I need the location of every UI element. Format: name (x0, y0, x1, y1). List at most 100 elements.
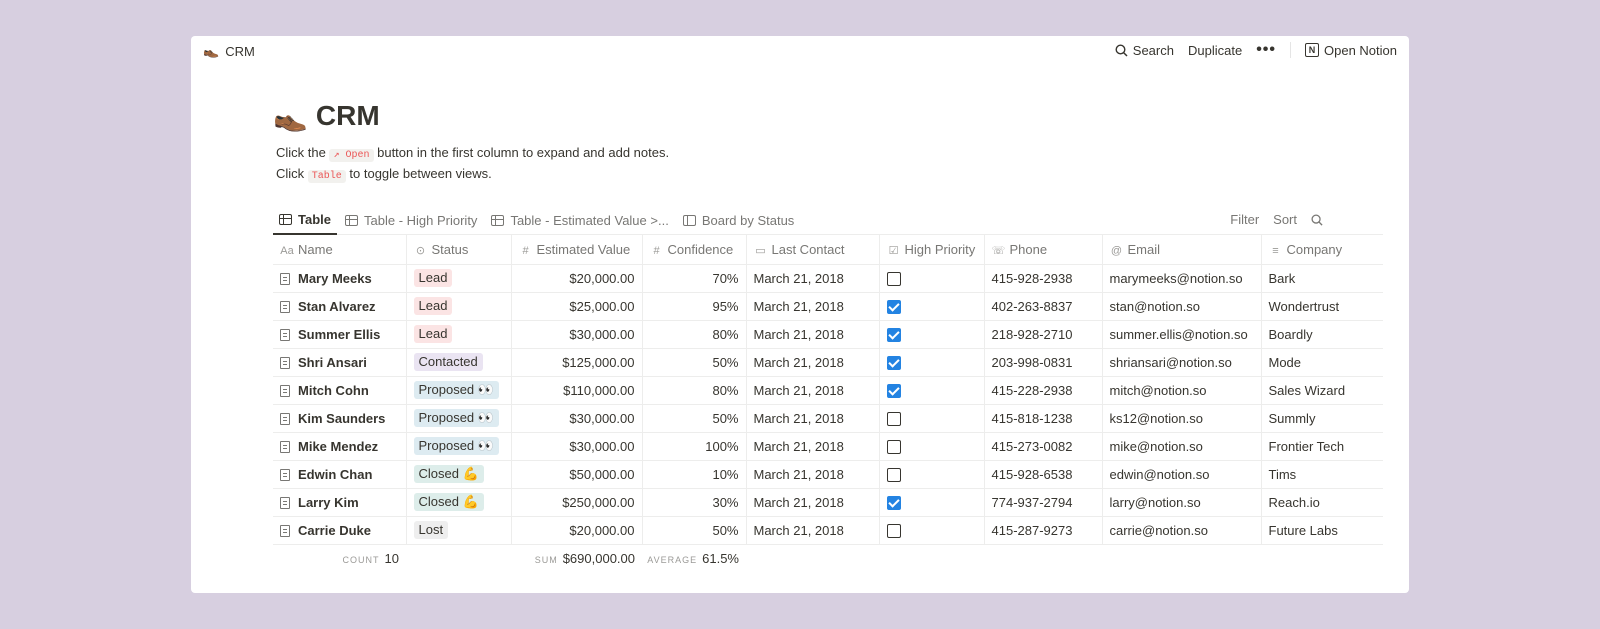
high-priority-checkbox[interactable] (886, 271, 901, 286)
confidence-cell[interactable]: 95% (642, 292, 747, 321)
search-icon[interactable] (1311, 213, 1323, 226)
phone-cell[interactable]: 218-928-2710 (984, 320, 1103, 349)
phone-cell[interactable]: 203-998-0831 (984, 348, 1103, 377)
name-cell[interactable]: Summer Ellis (273, 320, 407, 349)
company-cell[interactable]: Tims (1261, 460, 1383, 489)
email-cell[interactable]: larry@notion.so (1102, 488, 1262, 517)
confidence-cell[interactable]: 30% (642, 488, 747, 517)
tab-board-by-status[interactable]: Board by Status (677, 206, 801, 235)
phone-cell[interactable]: 774-937-2794 (984, 488, 1103, 517)
last-contact-cell[interactable]: March 21, 2018 (746, 348, 880, 377)
confidence-cell[interactable]: 80% (642, 320, 747, 349)
column-header-name[interactable]: Aa Name (273, 235, 407, 265)
table-row[interactable]: Carrie Duke Lost $20,000.00 50% March 21, 20… (273, 516, 1383, 545)
last-contact-cell[interactable]: March 21, 2018 (746, 320, 880, 349)
confidence-cell[interactable]: 10% (642, 460, 747, 489)
high-priority-checkbox[interactable] (886, 355, 901, 370)
confidence-cell[interactable]: 50% (642, 516, 747, 545)
company-cell[interactable]: Reach.io (1261, 488, 1383, 517)
column-header-email[interactable]: @ Email (1102, 235, 1262, 265)
column-header-phone[interactable]: ☏ Phone (984, 235, 1103, 265)
name-cell[interactable]: Stan Alvarez (273, 292, 407, 321)
email-cell[interactable]: mitch@notion.so (1102, 376, 1262, 405)
phone-cell[interactable]: 415-228-2938 (984, 376, 1103, 405)
open-notion-button[interactable]: N Open Notion (1305, 43, 1397, 58)
name-cell[interactable]: Shri Ansari (273, 348, 407, 377)
email-cell[interactable]: shriansari@notion.so (1102, 348, 1262, 377)
estimated-value-cell[interactable]: $50,000.00 (511, 460, 643, 489)
email-cell[interactable]: mike@notion.so (1102, 432, 1262, 461)
last-contact-cell[interactable]: March 21, 2018 (746, 432, 880, 461)
average-calc[interactable]: AVERAGE 61.5% (642, 551, 746, 566)
high-priority-checkbox[interactable] (886, 299, 901, 314)
email-cell[interactable]: edwin@notion.so (1102, 460, 1262, 489)
estimated-value-cell[interactable]: $30,000.00 (511, 320, 643, 349)
column-header-estimated-value[interactable]: # Estimated Value (511, 235, 643, 265)
tab-table-high-priority[interactable]: Table - High Priority (339, 206, 483, 235)
status-cell[interactable]: Lead (406, 264, 512, 293)
confidence-cell[interactable]: 50% (642, 348, 747, 377)
confidence-cell[interactable]: 70% (642, 264, 747, 293)
estimated-value-cell[interactable]: $30,000.00 (511, 432, 643, 461)
estimated-value-cell[interactable]: $110,000.00 (511, 376, 643, 405)
column-header-company[interactable]: ≡ Company (1261, 235, 1383, 265)
email-cell[interactable]: ks12@notion.so (1102, 404, 1262, 433)
count-calc[interactable]: COUNT 10 (273, 551, 406, 566)
last-contact-cell[interactable]: March 21, 2018 (746, 488, 880, 517)
page-title-text[interactable]: CRM (316, 100, 380, 132)
name-cell[interactable]: Kim Saunders (273, 404, 407, 433)
name-cell[interactable]: Carrie Duke (273, 516, 407, 545)
status-cell[interactable]: Closed 💪 (406, 460, 512, 489)
last-contact-cell[interactable]: March 21, 2018 (746, 264, 880, 293)
last-contact-cell[interactable]: March 21, 2018 (746, 404, 880, 433)
status-cell[interactable]: Proposed 👀 (406, 432, 512, 461)
company-cell[interactable]: Future Labs (1261, 516, 1383, 545)
column-header-status[interactable]: ⊙ Status (406, 235, 512, 265)
last-contact-cell[interactable]: March 21, 2018 (746, 292, 880, 321)
status-cell[interactable]: Proposed 👀 (406, 376, 512, 405)
status-cell[interactable]: Lead (406, 320, 512, 349)
column-header-last-contact[interactable]: ▭ Last Contact (746, 235, 880, 265)
shoe-icon[interactable]: 👞 (273, 100, 308, 133)
estimated-value-cell[interactable]: $30,000.00 (511, 404, 643, 433)
email-cell[interactable]: marymeeks@notion.so (1102, 264, 1262, 293)
table-row[interactable]: Shri Ansari Contacted $125,000.00 50% March … (273, 348, 1383, 377)
high-priority-checkbox[interactable] (886, 467, 901, 482)
table-row[interactable]: Summer Ellis Lead $30,000.00 80% March 21, 2… (273, 320, 1383, 349)
phone-cell[interactable]: 415-287-9273 (984, 516, 1103, 545)
high-priority-checkbox[interactable] (886, 439, 901, 454)
company-cell[interactable]: Mode (1261, 348, 1383, 377)
name-cell[interactable]: Edwin Chan (273, 460, 407, 489)
phone-cell[interactable]: 402-263-8837 (984, 292, 1103, 321)
more-options-icon[interactable]: ••• (1256, 42, 1276, 58)
table-row[interactable]: Mike Mendez Proposed 👀 $30,000.00 100% March… (273, 432, 1383, 461)
last-contact-cell[interactable]: March 21, 2018 (746, 376, 880, 405)
phone-cell[interactable]: 415-273-0082 (984, 432, 1103, 461)
estimated-value-cell[interactable]: $20,000.00 (511, 516, 643, 545)
company-cell[interactable]: Boardly (1261, 320, 1383, 349)
email-cell[interactable]: stan@notion.so (1102, 292, 1262, 321)
table-row[interactable]: Mary Meeks Lead $20,000.00 70% March 21, 201… (273, 264, 1383, 293)
duplicate-button[interactable]: Duplicate (1188, 43, 1242, 58)
confidence-cell[interactable]: 50% (642, 404, 747, 433)
name-cell[interactable]: Mary Meeks (273, 264, 407, 293)
table-row[interactable]: Larry Kim Closed 💪 $250,000.00 30% March 21,… (273, 488, 1383, 517)
table-row[interactable]: Mitch Cohn Proposed 👀 $110,000.00 80% March … (273, 376, 1383, 405)
email-cell[interactable]: carrie@notion.so (1102, 516, 1262, 545)
estimated-value-cell[interactable]: $250,000.00 (511, 488, 643, 517)
phone-cell[interactable]: 415-818-1238 (984, 404, 1103, 433)
status-cell[interactable]: Lead (406, 292, 512, 321)
estimated-value-cell[interactable]: $125,000.00 (511, 348, 643, 377)
status-cell[interactable]: Lost (406, 516, 512, 545)
phone-cell[interactable]: 415-928-2938 (984, 264, 1103, 293)
name-cell[interactable]: Larry Kim (273, 488, 407, 517)
company-cell[interactable]: Sales Wizard (1261, 376, 1383, 405)
column-header-high-priority[interactable]: ☑ High Priority (879, 235, 985, 265)
name-cell[interactable]: Mike Mendez (273, 432, 407, 461)
table-row[interactable]: Edwin Chan Closed 💪 $50,000.00 10% March 21,… (273, 460, 1383, 489)
confidence-cell[interactable]: 80% (642, 376, 747, 405)
filter-button[interactable]: Filter (1230, 212, 1259, 227)
status-cell[interactable]: Proposed 👀 (406, 404, 512, 433)
column-header-confidence[interactable]: # Confidence (642, 235, 747, 265)
high-priority-checkbox[interactable] (886, 523, 901, 538)
